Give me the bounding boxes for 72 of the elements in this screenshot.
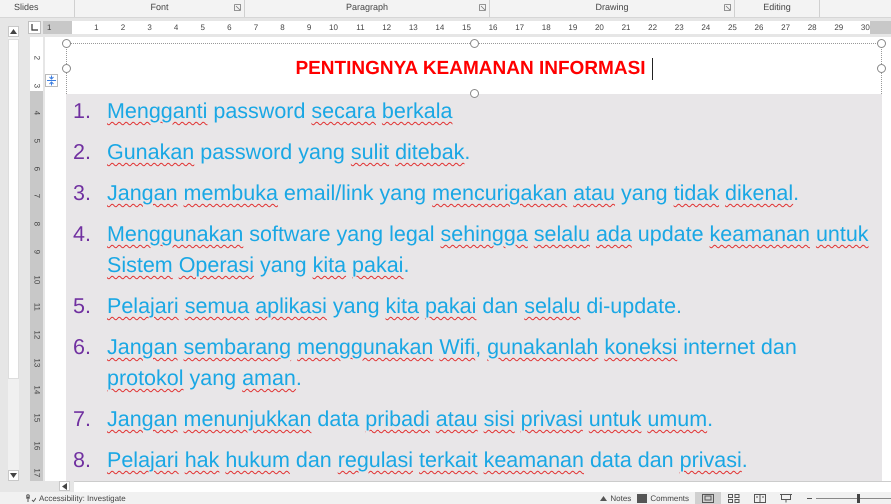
dialog-launcher-icon[interactable] — [724, 4, 731, 11]
list-number: 1. — [73, 98, 92, 125]
caret-up-icon[interactable] — [600, 496, 608, 500]
resize-handle[interactable] — [62, 64, 71, 73]
scroll-left-button[interactable] — [59, 481, 70, 491]
ruler-number: 10 — [32, 274, 42, 286]
caret-up-icon — [10, 29, 16, 34]
normal-view-icon — [702, 494, 714, 502]
scroll-down-button[interactable] — [8, 470, 18, 481]
text-cursor — [652, 58, 653, 80]
list-number: 2. — [73, 139, 92, 166]
ruler-number: 12 — [32, 329, 42, 342]
list-number: 8. — [73, 447, 92, 474]
ruler-number: 13 — [32, 356, 42, 369]
ribbon-group-label: Drawing — [595, 2, 628, 12]
list-item-text: Pelajari semua aplikasi yang kita pakai dan selalu di-update. — [107, 293, 682, 320]
list-number: 7. — [73, 406, 92, 433]
ruler-number: 17 — [32, 468, 42, 480]
book-icon — [754, 494, 766, 502]
list-item-text: Mengganti password secara berkala — [107, 98, 452, 125]
ruler-number: 4 — [32, 110, 42, 118]
ruler-number: 3 — [32, 82, 42, 90]
resize-handle[interactable] — [877, 39, 886, 48]
projector-screen-icon — [780, 494, 792, 502]
ribbon-group-label: Editing — [763, 2, 791, 12]
accessibility-status[interactable]: Accessibility: Investigate — [39, 494, 126, 502]
ribbon-group-label: Slides — [14, 2, 39, 12]
ruler-number: 2 — [32, 54, 42, 62]
ruler-number: 6 — [32, 165, 42, 173]
resize-handle[interactable] — [877, 64, 886, 73]
ruler-number: 8 — [32, 220, 42, 228]
dialog-launcher-icon[interactable] — [479, 4, 486, 11]
notes-button[interactable]: Notes — [607, 494, 638, 502]
ruler-number: 9 — [32, 248, 42, 256]
list-item-text: Menggunakan software yang legal sehingga selalu ada update keamanan untuk Sistem Operasi yang kita pakai. — [107, 221, 870, 279]
list-item-text: Pelajari hak hukum dan regulasi terkait keamanan data dan privasi. — [107, 447, 748, 474]
autofit-icon[interactable] — [45, 74, 58, 87]
list-item-text: Jangan menunjukkan data pribadi atau sisi privasi untuk umum. — [107, 406, 714, 433]
accessibility-icon[interactable] — [25, 494, 36, 502]
grid-icon — [728, 494, 740, 502]
scroll-thumb[interactable] — [8, 39, 18, 379]
ruler-number: 5 — [32, 138, 42, 146]
list-item-text: Jangan sembarang menggunakan Wifi, gunakanlah koneksi internet dan protokol yang aman. — [107, 334, 798, 392]
ribbon-group-label: Font — [150, 2, 168, 12]
list-item-text: Jangan membuka email/link yang mencurigakan atau yang tidak dikenal. — [107, 180, 800, 207]
comments-button[interactable]: Comments — [647, 494, 695, 502]
scroll-up-button[interactable] — [8, 26, 18, 37]
zoom-slider-thumb[interactable] — [857, 494, 860, 502]
ribbon-group-label: Paragraph — [346, 2, 388, 12]
tab-selector[interactable] — [28, 21, 41, 34]
normal-view-button[interactable] — [695, 492, 721, 504]
list-item-text: Gunakan password yang sulit ditebak. — [107, 139, 470, 166]
slide-title: PENTINGNYA KEAMANAN INFORMASI — [295, 58, 646, 80]
horizontal-scrollbar[interactable] — [74, 481, 891, 492]
list-number: 5. — [73, 293, 92, 320]
ruler-number: 7 — [32, 193, 42, 200]
list-number: 3. — [73, 180, 92, 207]
ruler-number: 16 — [32, 440, 42, 452]
resize-handle[interactable] — [470, 39, 479, 48]
list-number: 6. — [73, 334, 92, 361]
ruler-number: 15 — [32, 412, 42, 424]
resize-handle[interactable] — [470, 89, 479, 98]
comment-icon[interactable] — [637, 494, 648, 502]
ruler-number: 11 — [32, 302, 42, 314]
dialog-launcher-icon[interactable] — [234, 4, 241, 11]
ruler-number: 1 — [43, 21, 72, 34]
caret-down-icon — [10, 473, 16, 478]
caret-left-icon — [62, 482, 67, 490]
ruler-number: 14 — [32, 384, 42, 397]
list-number: 4. — [73, 221, 92, 248]
left-tab-icon — [31, 24, 38, 31]
resize-handle[interactable] — [62, 39, 71, 48]
